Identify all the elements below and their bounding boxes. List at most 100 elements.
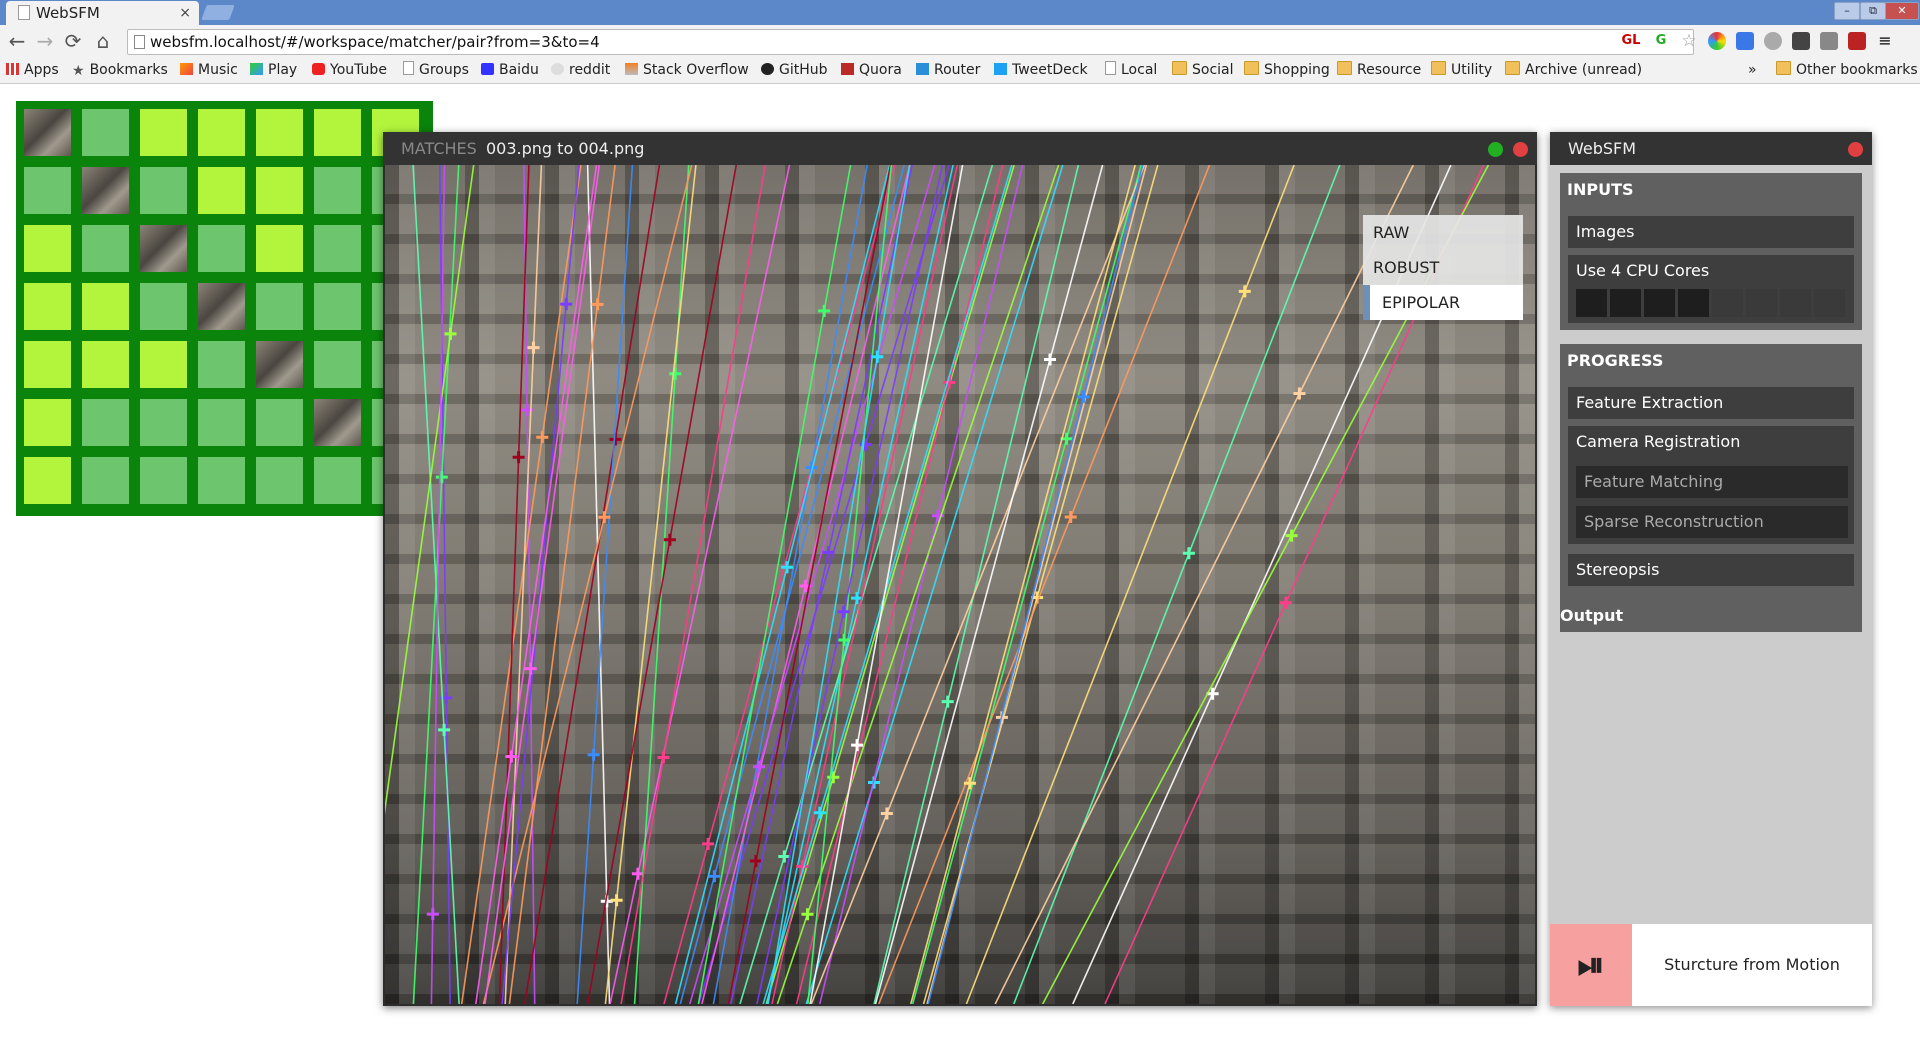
menu-icon[interactable]: ≡ (1876, 32, 1894, 50)
matrix-thumbnail[interactable] (198, 283, 245, 330)
download-extension-icon[interactable] (1820, 32, 1838, 50)
reload-button[interactable]: ⟳ (62, 28, 84, 54)
matrix-cell[interactable] (82, 399, 129, 446)
gl-extension-icon[interactable]: GL (1620, 32, 1642, 50)
bookmark-youtube[interactable]: YouTube (312, 61, 387, 80)
circle-extension-icon[interactable] (1764, 32, 1782, 50)
mode-epipolar[interactable]: EPIPOLAR (1363, 285, 1523, 320)
matrix-cell[interactable] (82, 109, 129, 156)
matrix-cell[interactable] (256, 399, 303, 446)
cpu-core-toggle[interactable] (1814, 289, 1845, 317)
matrix-cell[interactable] (314, 225, 361, 272)
bookmark-folder-archive[interactable]: Archive (unread) (1505, 61, 1642, 80)
matrix-cell[interactable] (314, 283, 361, 330)
home-button[interactable]: ⌂ (92, 28, 114, 54)
cpu-core-toggle[interactable] (1678, 289, 1709, 317)
bookmark-star-icon[interactable]: ☆ (1680, 32, 1698, 50)
bookmark-bookmarks[interactable]: ★ Bookmarks (72, 61, 168, 80)
color-picker-icon[interactable] (1708, 32, 1726, 50)
mode-raw[interactable]: RAW (1363, 215, 1523, 250)
cpu-core-selector[interactable] (1576, 289, 1846, 317)
red-extension-icon[interactable] (1848, 32, 1866, 50)
matrix-thumbnail[interactable] (314, 399, 361, 446)
minimize-button[interactable]: – (1834, 2, 1860, 20)
bookmark-folder-shopping[interactable]: Shopping (1244, 61, 1330, 80)
images-item[interactable]: Images (1568, 216, 1854, 248)
cpu-core-toggle[interactable] (1712, 289, 1743, 317)
output-section[interactable]: Output (1560, 600, 1862, 632)
matrix-cell[interactable] (140, 109, 187, 156)
matrix-cell[interactable] (256, 225, 303, 272)
matrix-cell[interactable] (314, 457, 361, 504)
matrix-cell[interactable] (140, 457, 187, 504)
bookmark-play[interactable]: Play (250, 61, 297, 80)
stereopsis-step[interactable]: Stereopsis (1568, 554, 1854, 586)
sparse-reconstruction-step[interactable]: Sparse Reconstruction (1576, 506, 1848, 538)
matrix-cell[interactable] (82, 283, 129, 330)
new-tab-button[interactable] (201, 5, 235, 20)
bookmark-reddit[interactable]: reddit (551, 61, 610, 80)
close-dot[interactable] (1848, 142, 1863, 157)
bookmark-folder-resource[interactable]: Resource (1337, 61, 1421, 80)
matrix-cell[interactable] (314, 167, 361, 214)
restore-button[interactable]: ⧉ (1860, 2, 1886, 20)
cpu-core-toggle[interactable] (1746, 289, 1777, 317)
mode-robust[interactable]: ROBUST (1363, 250, 1523, 285)
window-close-button[interactable]: ✕ (1885, 2, 1919, 20)
matrix-cell[interactable] (24, 225, 71, 272)
matrix-cell[interactable] (24, 283, 71, 330)
film-extension-icon[interactable] (1792, 32, 1810, 50)
matrix-cell[interactable] (24, 341, 71, 388)
bookmark-stackoverflow[interactable]: Stack Overflow (625, 61, 749, 80)
browser-tab[interactable]: WebSFM × (6, 1, 199, 25)
bookmark-folder-social[interactable]: Social (1172, 61, 1234, 80)
matrix-cell[interactable] (256, 283, 303, 330)
cpu-core-toggle[interactable] (1610, 289, 1641, 317)
matrix-cell[interactable] (140, 283, 187, 330)
bookmark-baidu[interactable]: Baidu (481, 61, 539, 80)
matrix-thumbnail[interactable] (24, 109, 71, 156)
matrix-cell[interactable] (314, 341, 361, 388)
bookmark-quora[interactable]: Quora (841, 61, 902, 80)
bookmark-groups[interactable]: Groups (403, 61, 469, 80)
matrix-cell[interactable] (24, 399, 71, 446)
cpu-core-toggle[interactable] (1576, 289, 1607, 317)
forward-button[interactable]: → (34, 28, 56, 54)
grammarly-icon[interactable]: G (1652, 32, 1670, 50)
feature-extraction-step[interactable]: Feature Extraction (1568, 387, 1854, 419)
back-button[interactable]: ← (6, 28, 28, 54)
matrix-cell[interactable] (24, 167, 71, 214)
bookmark-tweetdeck[interactable]: TweetDeck (994, 61, 1088, 80)
matrix-cell[interactable] (198, 457, 245, 504)
bookmarks-overflow-button[interactable]: » (1748, 61, 1757, 80)
play-pause-button[interactable]: ⏯ (1550, 924, 1632, 1006)
address-bar[interactable]: websfm.localhost/#/workspace/matcher/pai… (127, 29, 1694, 55)
translate-icon[interactable] (1736, 32, 1754, 50)
matrix-cell[interactable] (140, 341, 187, 388)
matrix-cell[interactable] (198, 167, 245, 214)
matrix-cell[interactable] (256, 109, 303, 156)
matrix-cell[interactable] (198, 399, 245, 446)
matrix-cell[interactable] (314, 109, 361, 156)
bookmark-local[interactable]: Local (1105, 61, 1157, 80)
matrix-thumbnail[interactable] (256, 341, 303, 388)
other-bookmarks[interactable]: Other bookmarks (1776, 61, 1918, 80)
matrix-cell[interactable] (82, 457, 129, 504)
cpu-core-toggle[interactable] (1644, 289, 1675, 317)
matrix-cell[interactable] (198, 109, 245, 156)
matrix-cell[interactable] (256, 457, 303, 504)
bookmark-router[interactable]: Router (916, 61, 980, 80)
cpu-core-toggle[interactable] (1780, 289, 1811, 317)
matrix-cell[interactable] (82, 225, 129, 272)
matrix-cell[interactable] (198, 341, 245, 388)
matrix-cell[interactable] (198, 225, 245, 272)
tab-close-icon[interactable]: × (179, 1, 191, 25)
matrix-cell[interactable] (24, 457, 71, 504)
matrix-thumbnail[interactable] (82, 167, 129, 214)
bookmark-folder-utility[interactable]: Utility (1431, 61, 1492, 80)
cpu-cores-item[interactable]: Use 4 CPU Cores (1568, 255, 1854, 323)
matrix-cell[interactable] (82, 341, 129, 388)
bookmark-apps[interactable]: Apps (6, 61, 59, 80)
matrix-cell[interactable] (140, 167, 187, 214)
feature-matching-step[interactable]: Feature Matching (1576, 466, 1848, 498)
